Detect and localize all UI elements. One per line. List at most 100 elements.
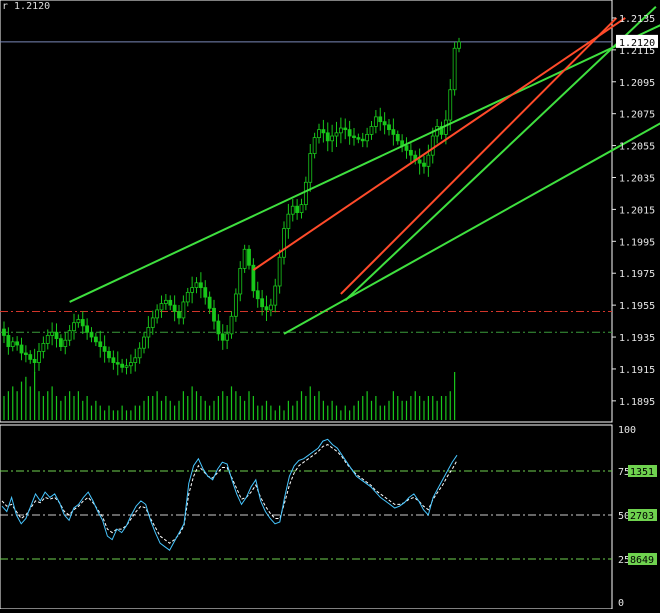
price-bar-body: [181, 301, 186, 319]
price-tick-label: 1.2135: [619, 14, 655, 25]
price-bar-body: [382, 121, 387, 126]
price-bar-body: [299, 204, 304, 213]
price-tick-label: 1.1915: [619, 365, 655, 376]
price-bar-body: [198, 282, 203, 288]
price-bar-body: [207, 296, 212, 309]
price-bar-body: [360, 138, 365, 142]
chart-window[interactable]: 1.2135 1.2115 1.2095 1.2075 1.2055 1.2035 1.20…: [0, 0, 660, 610]
price-bar-body: [369, 126, 374, 135]
price-bar-body: [185, 291, 190, 303]
price-bar-body: [6, 335, 11, 348]
price-bar-body: [212, 307, 216, 322]
price-bar-body: [330, 135, 335, 142]
stochastic-level-value: 2703: [630, 511, 654, 522]
price-tick-label: 1.2015: [619, 205, 655, 216]
price-bar-body: [120, 363, 125, 368]
price-bar-body: [23, 352, 28, 355]
price-bar-body: [93, 336, 98, 343]
price-bar-body: [290, 205, 295, 215]
price-bar-body: [28, 354, 33, 360]
price-bar-body: [338, 127, 343, 134]
price-bar-body: [177, 311, 181, 319]
price-bar-body: [321, 129, 326, 134]
price-tick-label: 1.1955: [619, 301, 655, 312]
price-bar-body: [260, 298, 265, 308]
price-bar-body: [387, 124, 391, 131]
price-bar-body: [448, 89, 453, 121]
price-bar-body: [54, 331, 59, 340]
price-bar-body: [89, 331, 94, 338]
price-bar-body: [216, 320, 221, 335]
stochastic-tick-label: 100: [618, 425, 636, 436]
price-bar-body: [124, 365, 129, 368]
price-bar-body: [334, 132, 339, 137]
price-bar-body: [32, 358, 37, 363]
price-bar-body: [282, 228, 286, 258]
price-bar-body: [404, 145, 409, 151]
price-bar-body: [133, 357, 138, 363]
price-bar-body: [72, 322, 76, 332]
price-bar-body: [229, 315, 234, 335]
price-bar-body: [115, 362, 120, 365]
price-bar-body: [63, 339, 68, 348]
price-bar-body: [10, 341, 15, 348]
price-tick-label: 1.1935: [619, 333, 655, 344]
price-bar-body: [378, 116, 383, 123]
price-bar-body: [365, 134, 370, 142]
price-bar-body: [107, 350, 111, 359]
price-bar-body: [317, 129, 321, 139]
price-tick-label: 1.2095: [619, 78, 655, 89]
price-bar-body: [137, 347, 142, 359]
price-tick-label: 1.1995: [619, 237, 655, 248]
price-bar-body: [356, 137, 361, 140]
price-bar-body: [58, 338, 63, 348]
price-bar-body: [142, 336, 146, 349]
price-bar-body: [452, 47, 457, 91]
price-bar-body: [238, 268, 243, 295]
price-bar-body: [457, 41, 461, 49]
price-bar-body: [80, 319, 85, 327]
chart-header-price: r 1.2120: [2, 1, 51, 12]
price-bar-body: [220, 333, 225, 341]
price-bar-body: [264, 306, 269, 311]
stochastic-tick-label: 0: [618, 598, 624, 609]
price-bar-body: [159, 303, 164, 311]
price-bar-body: [85, 325, 90, 333]
price-bar-body: [172, 304, 177, 312]
price-bar-body: [303, 181, 308, 206]
chart-background: [0, 0, 660, 609]
price-bar-body: [422, 162, 426, 167]
price-bar-body: [373, 116, 378, 127]
price-bar-body: [98, 341, 103, 348]
price-bar-body: [15, 341, 20, 346]
stochastic-level-value: 8649: [630, 555, 654, 566]
price-tick-label: 1.2075: [619, 110, 655, 121]
price-bar-body: [295, 205, 300, 213]
price-tick-label: 1.1975: [619, 269, 655, 280]
chart-canvas[interactable]: 1.21351.21151.20951.20751.20551.20351.20…: [0, 0, 660, 610]
price-bar-body: [286, 213, 291, 229]
price-bar-body: [67, 330, 72, 341]
price-bar-body: [76, 319, 81, 324]
price-bar-body: [277, 256, 282, 287]
price-bar-body: [408, 149, 413, 156]
price-bar-body: [111, 357, 116, 363]
stochastic-level-value: 1351: [630, 467, 654, 478]
price-bar-body: [194, 282, 199, 288]
price-bar-body: [268, 304, 273, 311]
price-bar-body: [168, 299, 173, 306]
price-bar-body: [343, 127, 348, 131]
price-bar-body: [45, 335, 50, 344]
price-bar-body: [242, 248, 247, 269]
price-bar-body: [312, 137, 317, 154]
price-bar-body: [247, 248, 251, 266]
price-bar-body: [37, 350, 41, 363]
price-bar-body: [146, 327, 151, 338]
price-bar-body: [41, 343, 46, 352]
price-bar-body: [102, 346, 107, 352]
price-bar-body: [203, 287, 208, 298]
price-bar-body: [255, 290, 260, 300]
price-bar-body: [233, 293, 238, 317]
current-price-label: 1.2120: [619, 38, 655, 49]
price-bar-body: [325, 132, 330, 142]
